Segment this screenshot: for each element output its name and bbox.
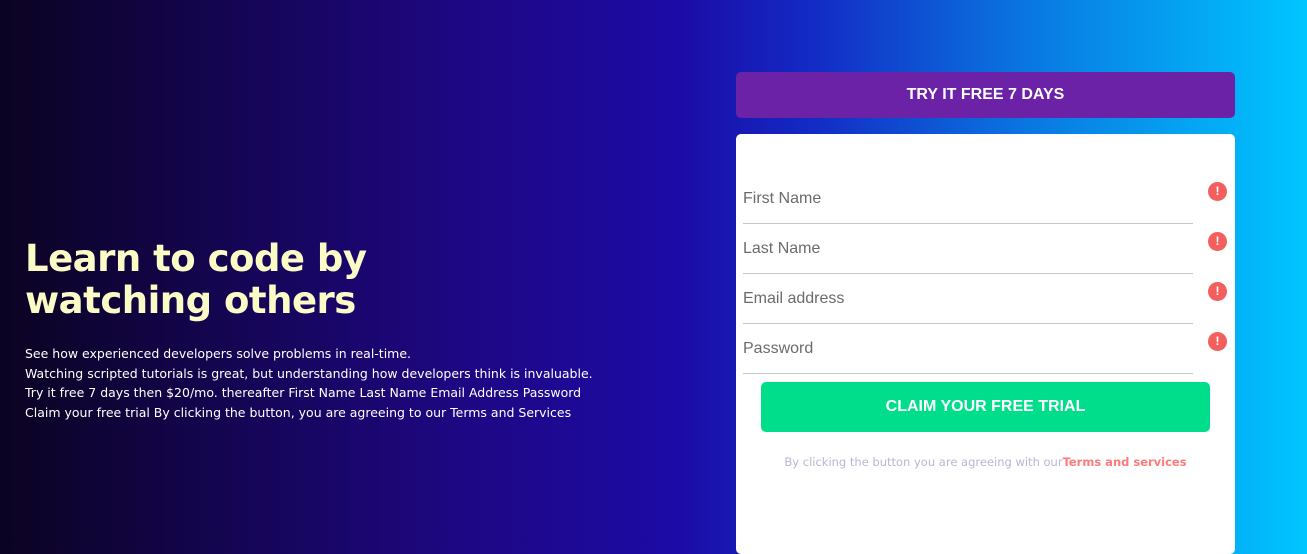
hero-text-line: Try it free 7 days then $20/mo. thereaft… (25, 385, 582, 400)
trial-banner: TRY IT FREE 7 DAYS (736, 72, 1235, 118)
terms-agreement-text: By clicking the button you are agreeing … (784, 454, 1063, 469)
hero-text-line: Watching scripted tutorials is great, bu… (25, 365, 593, 381)
hero-text-line: Claim your free trial By clicking the bu… (25, 404, 572, 420)
hero-section: Learn to code by watching others See how… (25, 238, 605, 422)
hero-description: See how experienced developers solve pro… (25, 344, 605, 422)
first-name-field-row (743, 177, 1193, 224)
first-name-input[interactable] (743, 177, 1193, 221)
last-name-input[interactable] (743, 227, 1193, 271)
hero-title-line-2: watching others (25, 279, 356, 322)
hero-text-line: See how experienced developers solve pro… (25, 346, 412, 361)
terms-agreement: By clicking the button you are agreeing … (736, 455, 1235, 469)
password-field-row (743, 327, 1193, 374)
first-name-error-icon: ! (1208, 182, 1227, 201)
terms-link[interactable]: Terms and services (1063, 455, 1187, 469)
password-input[interactable] (743, 327, 1193, 371)
email-field-row (743, 277, 1193, 324)
last-name-field-row (743, 227, 1193, 274)
email-error-icon: ! (1208, 282, 1227, 301)
trial-banner-label: TRY IT FREE 7 DAYS (906, 86, 1065, 103)
password-error-icon: ! (1208, 332, 1227, 351)
email-input[interactable] (743, 277, 1193, 321)
claim-free-trial-button[interactable]: CLAIM YOUR FREE TRIAL (761, 382, 1210, 432)
hero-title: Learn to code by watching others (25, 238, 605, 322)
last-name-error-icon: ! (1208, 232, 1227, 251)
signup-form: ! ! ! ! CLAIM YOUR FREE TRIAL By clickin… (736, 134, 1235, 554)
hero-title-line-1: Learn to code by (25, 237, 367, 280)
